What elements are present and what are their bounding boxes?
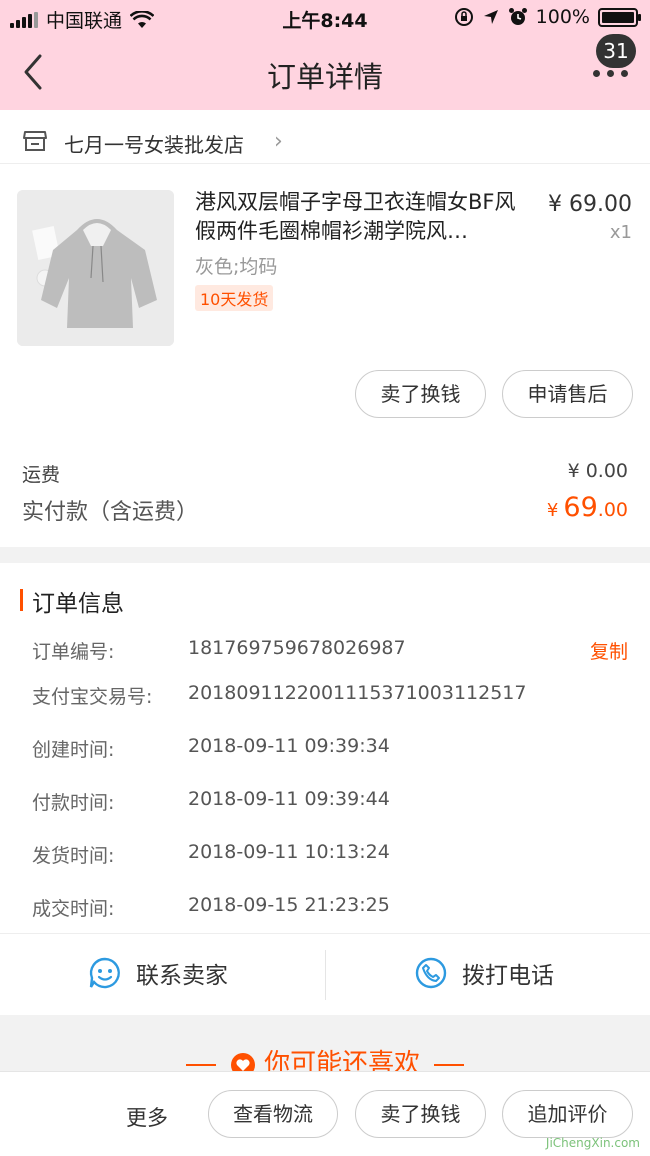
view-logistics-button[interactable]: 查看物流	[208, 1090, 338, 1138]
product-price: ¥ 69.00	[548, 192, 632, 217]
paid-integer: 69	[563, 492, 598, 523]
order-info-card: 订单信息 复制 订单编号: 181769759678026987 支付宝交易号:…	[0, 563, 650, 1015]
contact-bar: 联系卖家 拨打电话	[0, 933, 650, 1015]
product-quantity: x1	[609, 222, 632, 243]
alipay-number: 2018091122001115371003112517	[188, 682, 527, 704]
page-title: 订单详情	[266, 60, 383, 94]
info-row-created-time: 创建时间: 2018-09-11 09:39:34	[32, 735, 632, 765]
info-row-alipay-number: 支付宝交易号: 2018091122001115371003112517	[32, 682, 632, 712]
top-bar: 中国联通 上午8:44 100% 订单详情 31	[0, 0, 650, 110]
divider-line	[434, 1063, 465, 1066]
alarm-icon	[508, 8, 527, 25]
resell-button[interactable]: 卖了换钱	[355, 370, 486, 418]
orientation-lock-icon	[454, 8, 473, 26]
contact-seller-label: 联系卖家	[136, 963, 228, 989]
info-row-completed-time: 成交时间: 2018-09-15 21:23:25	[32, 894, 632, 924]
status-bar: 中国联通 上午8:44 100%	[0, 0, 650, 36]
store-row[interactable]: 七月一号女装批发店 ›	[0, 120, 650, 164]
shipping-label: 运费	[22, 464, 61, 486]
paid-amount: ¥ 69.00	[547, 492, 628, 523]
order-number: 181769759678026987	[188, 637, 406, 659]
paid-decimal: .00	[597, 499, 628, 521]
paid-currency: ¥	[546, 500, 559, 521]
shipping-value: ¥ 0.00	[567, 460, 628, 482]
product-title[interactable]: 港风双层帽子字母卫衣连帽女BF风假两件毛圈棉帽衫潮学院风…	[195, 188, 523, 246]
chevron-right-icon: ›	[274, 129, 283, 154]
after-sale-button[interactable]: 申请售后	[502, 370, 633, 418]
add-review-button[interactable]: 追加评价	[502, 1090, 633, 1138]
contact-divider	[325, 950, 326, 1000]
contact-seller-button[interactable]: 联系卖家	[88, 956, 228, 990]
hoodie-image	[17, 190, 174, 346]
message-count-badge: 31	[596, 34, 636, 68]
store-icon	[23, 131, 47, 151]
product-image[interactable]	[17, 190, 174, 346]
info-row-order-number: 订单编号: 181769759678026987	[32, 637, 632, 667]
divider-line	[185, 1063, 216, 1066]
call-phone-button[interactable]: 拨打电话	[414, 956, 554, 990]
info-row-shipped-time: 发货时间: 2018-09-11 10:13:24	[32, 841, 632, 871]
resell-bottom-button[interactable]: 卖了换钱	[355, 1090, 486, 1138]
battery-icon	[598, 7, 641, 27]
watermark-text: JiChengXin.com	[545, 1136, 640, 1150]
call-phone-label: 拨打电话	[462, 963, 554, 989]
info-row-paid-time: 付款时间: 2018-09-11 09:39:44	[32, 788, 632, 818]
recommend-title-text: 你可能还喜欢	[264, 1049, 421, 1071]
paid-label: 实付款（含运费）	[22, 500, 199, 525]
info-label: 付款时间:	[32, 792, 115, 814]
info-label: 创建时间:	[32, 739, 115, 761]
heart-icon	[230, 1052, 255, 1071]
section-accent-bar	[20, 589, 23, 611]
info-label: 成交时间:	[32, 898, 115, 920]
store-name[interactable]: 七月一号女装批发店	[64, 129, 244, 158]
recommend-section: 你可能还喜欢	[0, 1015, 650, 1071]
info-label: 订单编号:	[32, 641, 115, 663]
status-right: 100%	[454, 6, 641, 28]
info-label: 发货时间:	[32, 845, 115, 867]
more-button[interactable]: 更多	[126, 1102, 168, 1132]
shipped-time: 2018-09-11 10:13:24	[188, 841, 390, 863]
order-item-card: 七月一号女装批发店 › 港风双层帽子字母卫衣连帽女BF风假两件毛圈棉帽衫潮学院风…	[0, 110, 650, 547]
more-menu-button[interactable]	[593, 70, 628, 77]
battery-percent: 100%	[535, 6, 590, 28]
completed-time: 2018-09-15 21:23:25	[188, 894, 390, 916]
info-label: 支付宝交易号:	[32, 686, 153, 708]
recommend-title: 你可能还喜欢	[0, 1043, 650, 1071]
phone-icon	[415, 957, 447, 989]
product-sku: 灰色;均码	[195, 256, 278, 278]
chat-face-icon	[89, 957, 120, 989]
paid-time: 2018-09-11 09:39:44	[188, 788, 390, 810]
location-icon	[483, 10, 498, 24]
created-time: 2018-09-11 09:39:34	[188, 735, 390, 757]
order-info-title: 订单信息	[32, 591, 124, 617]
bottom-action-bar: 更多 查看物流 卖了换钱 追加评价 JiChengXin.com	[0, 1071, 650, 1156]
delivery-tag: 10天发货	[195, 285, 274, 311]
